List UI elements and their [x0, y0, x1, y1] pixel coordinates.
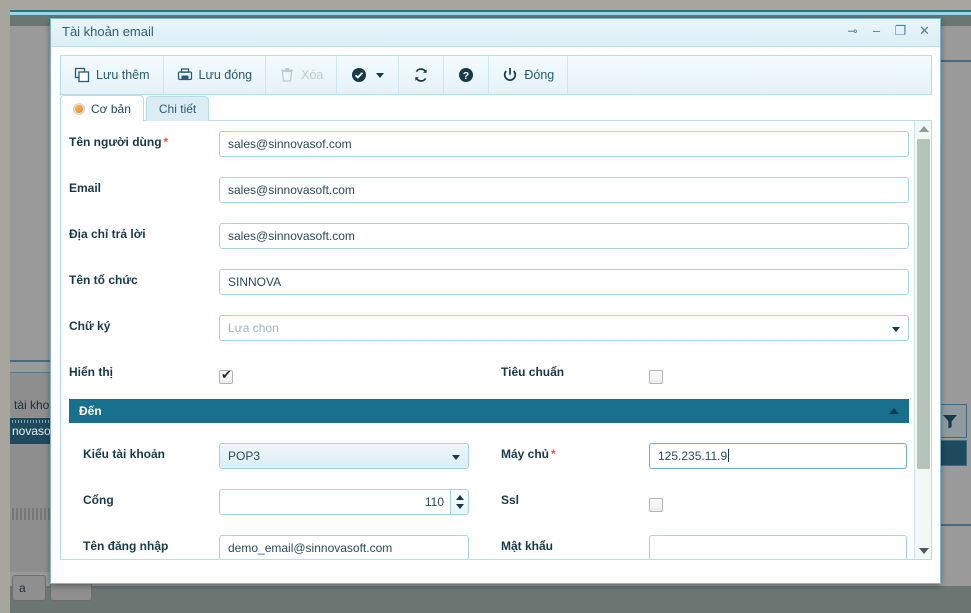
organization-label: Tên tổ chức: [69, 273, 138, 287]
refresh-button[interactable]: [399, 56, 445, 94]
server-value: 125.235.11.9: [658, 449, 728, 463]
stepper-down-icon[interactable]: [456, 504, 464, 509]
orange-dot-icon: [73, 102, 85, 115]
port-stepper-buttons[interactable]: [450, 489, 469, 515]
maximize-button[interactable]: ❐: [893, 23, 908, 39]
account-type-select[interactable]: POP3: [219, 443, 469, 469]
dialog-titlebar: Tài khoản email ⊸ – ❐ ✕: [51, 19, 940, 47]
scroll-down-button[interactable]: [915, 543, 931, 559]
svg-text:?: ?: [463, 70, 469, 82]
help-icon: ?: [458, 67, 474, 83]
username-label: Tên người dùng *: [69, 135, 169, 149]
copy-icon: [74, 67, 90, 83]
field-row-reply-address: Địa chỉ trả lời sales@sinnovasoft.com: [61, 213, 916, 259]
tab-co-ban[interactable]: Cơ bản: [60, 95, 144, 121]
password-input[interactable]: [649, 535, 907, 559]
required-marker: *: [163, 135, 169, 149]
stepper-up-icon[interactable]: [456, 495, 464, 500]
field-row-organization: Tên tổ chức SINNOVA: [61, 259, 916, 305]
username-input[interactable]: sales@sinnovasof.com: [219, 131, 909, 157]
reply-address-label: Địa chỉ trả lời: [69, 227, 146, 241]
close-dialog-label: Đóng: [524, 68, 555, 82]
scrollbar-thumb[interactable]: [917, 139, 930, 469]
ssl-checkbox[interactable]: [649, 498, 663, 512]
signature-select[interactable]: Lựa chọn: [219, 315, 909, 341]
incoming-section-header[interactable]: Đến: [69, 399, 909, 423]
field-row-email: Email sales@sinnovasoft.com: [61, 167, 916, 213]
incoming-section-title: Đến: [79, 404, 102, 418]
email-input[interactable]: sales@sinnovasoft.com: [219, 177, 909, 203]
display-label: Hiển thị: [69, 365, 113, 379]
tab-co-ban-label: Cơ bản: [91, 101, 131, 116]
required-marker: *: [551, 447, 556, 461]
check-circle-icon: [351, 67, 367, 83]
save-add-label: Lưu thêm: [96, 68, 150, 82]
ssl-label: Ssl: [501, 493, 520, 507]
save-close-label: Lưu đóng: [198, 68, 253, 82]
account-type-value: POP3: [228, 449, 261, 463]
form-panel: Tên người dùng * sales@sinnovasof.com Ema…: [60, 120, 932, 560]
refresh-icon: [413, 67, 429, 83]
tab-chi-tiet[interactable]: Chi tiết: [145, 96, 210, 121]
save-close-icon: [177, 67, 193, 83]
form-scrollbar[interactable]: [914, 121, 931, 559]
window-controls: ⊸ – ❐ ✕: [845, 23, 932, 39]
display-checkbox[interactable]: [219, 367, 233, 384]
delete-button: Xóa: [266, 56, 338, 94]
text-cursor: [728, 449, 730, 462]
account-type-label: Kiểu tài khoản: [83, 447, 166, 461]
save-add-button[interactable]: Lưu thêm: [61, 56, 164, 94]
chevron-down-icon[interactable]: [376, 72, 385, 78]
reply-address-input[interactable]: sales@sinnovasoft.com: [219, 223, 909, 249]
chevron-down-icon: [452, 455, 460, 460]
tab-chi-tiet-label: Chi tiết: [158, 102, 197, 116]
port-input[interactable]: 110: [219, 489, 450, 515]
dialog-title: Tài khoản email: [62, 24, 154, 39]
close-dialog-button[interactable]: Đóng: [489, 56, 569, 94]
field-row-signature: Chữ ký Lựa chọn: [61, 305, 916, 351]
approve-button[interactable]: [337, 56, 400, 94]
tab-bar: Cơ bản Chi tiết: [60, 95, 211, 121]
background-button-a[interactable]: a: [12, 575, 46, 601]
field-row-port-ssl: Cổng 110 Ssl: [61, 479, 916, 525]
trash-icon: [279, 67, 295, 83]
organization-input[interactable]: SINNOVA: [219, 269, 909, 295]
password-label: Mật khẩu: [501, 539, 554, 553]
signature-label: Chữ ký: [69, 319, 111, 333]
field-row-display-standard: Hiển thị Tiêu chuẩn: [61, 351, 916, 397]
standard-label: Tiêu chuẩn: [501, 365, 565, 379]
login-name-label: Tên đăng nhập: [83, 539, 169, 553]
port-stepper[interactable]: 110: [219, 489, 469, 515]
background-button-a-label: a: [19, 581, 26, 595]
field-row-login-password: Tên đăng nhập demo_email@sinnovasoft.com…: [61, 525, 916, 559]
port-label: Cổng: [83, 493, 114, 507]
toolbar-container: Lưu thêm Lưu đóng Xóa ? Đóng: [60, 55, 932, 95]
background-top-strip: [10, 12, 971, 15]
delete-label: Xóa: [301, 68, 324, 82]
chevron-down-icon: [892, 327, 900, 332]
help-button[interactable]: ?: [444, 56, 490, 94]
field-row-account-type-server: Kiểu tài khoản POP3 Máy chủ * 125.235.11.…: [61, 433, 916, 479]
form-body: Tên người dùng * sales@sinnovasof.com Ema…: [61, 121, 916, 559]
standard-checkbox[interactable]: [649, 370, 663, 384]
toolbar: Lưu thêm Lưu đóng Xóa ? Đóng: [60, 55, 932, 95]
dialog-footer: [51, 561, 940, 583]
email-account-dialog: Tài khoản email ⊸ – ❐ ✕ Lưu thêm Lưu đón…: [50, 18, 941, 584]
scroll-up-button[interactable]: [915, 121, 931, 137]
save-close-button[interactable]: Lưu đóng: [164, 56, 267, 94]
server-label: Máy chủ *: [501, 447, 556, 461]
server-input[interactable]: 125.235.11.9: [649, 443, 907, 469]
signature-placeholder: Lựa chọn: [228, 321, 279, 335]
email-label: Email: [69, 181, 102, 195]
chevron-up-icon[interactable]: [889, 408, 899, 414]
pin-button[interactable]: ⊸: [845, 23, 860, 39]
power-icon: [502, 67, 518, 83]
login-name-input[interactable]: demo_email@sinnovasoft.com: [219, 535, 469, 559]
close-button[interactable]: ✕: [917, 23, 932, 39]
field-row-username: Tên người dùng * sales@sinnovasof.com: [61, 121, 916, 167]
minimize-button[interactable]: –: [869, 23, 884, 39]
